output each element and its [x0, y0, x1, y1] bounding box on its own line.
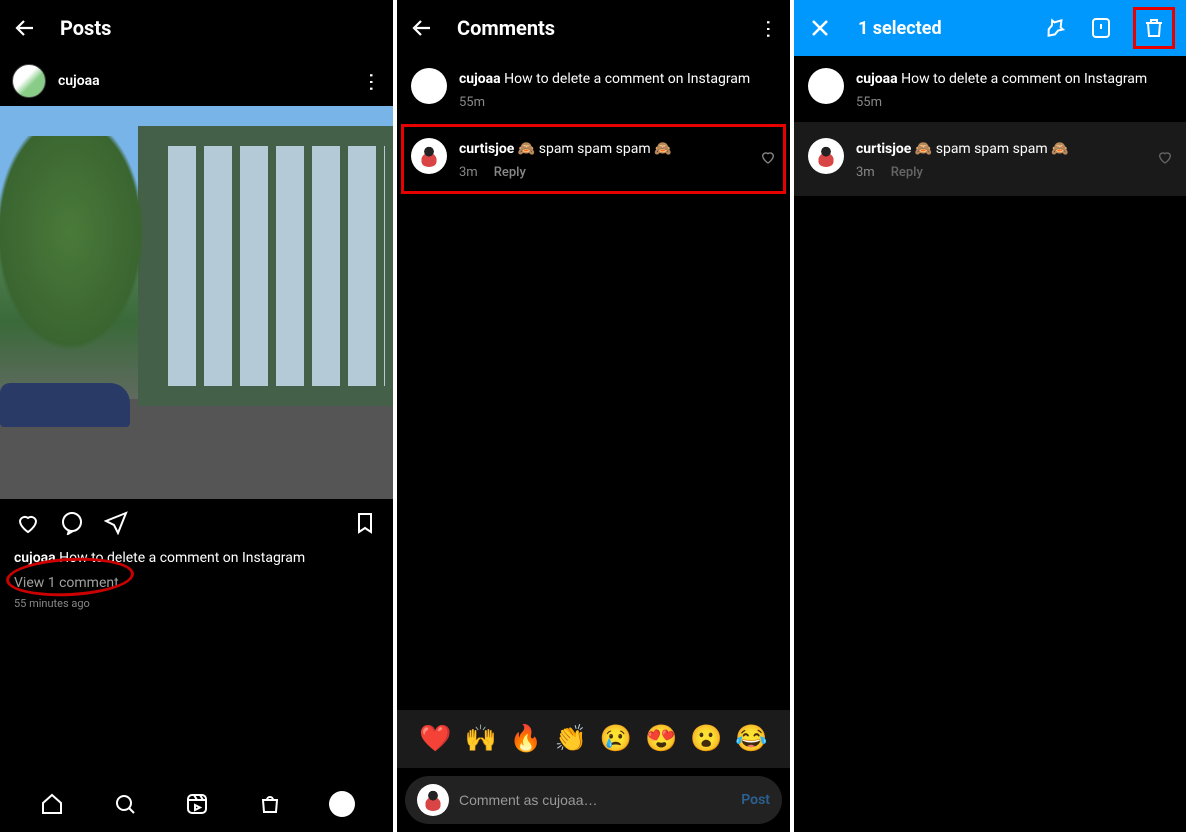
emoji-clap[interactable]: 👏 [555, 724, 587, 754]
post-timestamp: 55 minutes ago [0, 595, 393, 612]
back-arrow-icon[interactable] [12, 14, 40, 42]
report-icon[interactable] [1087, 14, 1115, 42]
like-comment-icon[interactable] [760, 149, 776, 169]
back-arrow-icon[interactable] [409, 14, 437, 42]
comments-title: Comments [457, 16, 740, 40]
like-comment-icon[interactable] [1157, 149, 1173, 169]
emoji-cry[interactable]: 😢 [600, 724, 632, 754]
highlight-trash-button [1133, 7, 1175, 49]
commenter-text: 🙈 spam spam spam 🙈 [518, 141, 672, 157]
comment-compose-bar: Post [405, 776, 782, 824]
commenter-username[interactable]: curtisjoe [856, 141, 911, 157]
header-more-icon[interactable]: ⋯ [759, 19, 779, 37]
emoji-hands[interactable]: 🙌 [465, 724, 497, 754]
posts-screen: Posts cujoaa ⋯ cujoaa How to delete a co… [0, 0, 393, 832]
bookmark-icon[interactable] [351, 509, 379, 537]
view-comments-link[interactable]: View 1 comment [0, 571, 393, 595]
commenter-text: 🙈 spam spam spam 🙈 [915, 141, 1069, 157]
nav-search-icon[interactable] [111, 790, 139, 818]
nav-shop-icon[interactable] [256, 790, 284, 818]
post-owner-text: How to delete a comment on Instagram [901, 71, 1147, 87]
comments-header: Comments ⋯ [397, 0, 790, 56]
post-more-icon[interactable]: ⋯ [362, 72, 382, 90]
emoji-wow[interactable]: 😮 [690, 724, 722, 754]
nav-profile-avatar[interactable] [329, 791, 355, 817]
like-heart-icon[interactable] [14, 509, 42, 537]
post-comment-button[interactable]: Post [741, 792, 770, 808]
post-time: 55m [459, 95, 485, 110]
spam-comment-row[interactable]: curtisjoe 🙈 spam spam spam 🙈 3m Reply [397, 122, 790, 196]
bottom-nav [0, 776, 393, 832]
post-owner-avatar[interactable] [808, 68, 844, 104]
compose-avatar [417, 784, 449, 816]
reply-button[interactable]: Reply [891, 165, 923, 180]
share-plane-icon[interactable] [102, 509, 130, 537]
original-post-comment: cujoaa How to delete a comment on Instag… [397, 56, 790, 122]
post-caption: cujoaa How to delete a comment on Instag… [0, 547, 393, 571]
emoji-fire[interactable]: 🔥 [510, 724, 542, 754]
posts-title: Posts [60, 16, 381, 40]
post-author-row: cujoaa ⋯ [0, 56, 393, 106]
posts-header: Posts [0, 0, 393, 56]
post-actions [0, 499, 393, 547]
commenter-avatar[interactable] [411, 138, 447, 174]
nav-reels-icon[interactable] [183, 790, 211, 818]
close-selection-icon[interactable] [806, 14, 834, 42]
author-username[interactable]: cujoaa [58, 73, 351, 89]
selection-screen: 1 selected cujoaa How to delete a commen… [794, 0, 1186, 832]
caption-text: How to delete a comment on Instagram [59, 550, 305, 566]
trash-icon[interactable] [1140, 14, 1168, 42]
post-owner-username[interactable]: cujoaa [459, 71, 501, 87]
comment-input[interactable] [459, 792, 731, 808]
selection-header: 1 selected [794, 0, 1186, 56]
emoji-heart[interactable]: ❤️ [419, 724, 451, 754]
caption-username[interactable]: cujoaa [14, 550, 56, 566]
post-photo[interactable] [0, 106, 393, 499]
post-owner-avatar[interactable] [411, 68, 447, 104]
pin-icon[interactable] [1041, 14, 1069, 42]
comment-time: 3m [856, 165, 875, 180]
author-avatar[interactable] [12, 64, 46, 98]
comment-time: 3m [459, 165, 478, 180]
quick-emoji-row: ❤️ 🙌 🔥 👏 😢 😍 😮 😂 [397, 710, 790, 768]
commenter-avatar[interactable] [808, 138, 844, 174]
selected-comment-row[interactable]: curtisjoe 🙈 spam spam spam 🙈 3m Reply [794, 122, 1186, 196]
emoji-laugh[interactable]: 😂 [735, 724, 767, 754]
commenter-username[interactable]: curtisjoe [459, 141, 514, 157]
post-time: 55m [856, 95, 882, 110]
comment-bubble-icon[interactable] [58, 509, 86, 537]
original-post-comment: cujoaa How to delete a comment on Instag… [794, 56, 1186, 122]
nav-home-icon[interactable] [38, 790, 66, 818]
emoji-loveeyes[interactable]: 😍 [645, 724, 677, 754]
post-owner-username[interactable]: cujoaa [856, 71, 898, 87]
reply-button[interactable]: Reply [494, 165, 526, 180]
post-owner-text: How to delete a comment on Instagram [504, 71, 750, 87]
selection-count: 1 selected [858, 18, 1023, 39]
comments-screen: Comments ⋯ cujoaa How to delete a commen… [397, 0, 790, 832]
